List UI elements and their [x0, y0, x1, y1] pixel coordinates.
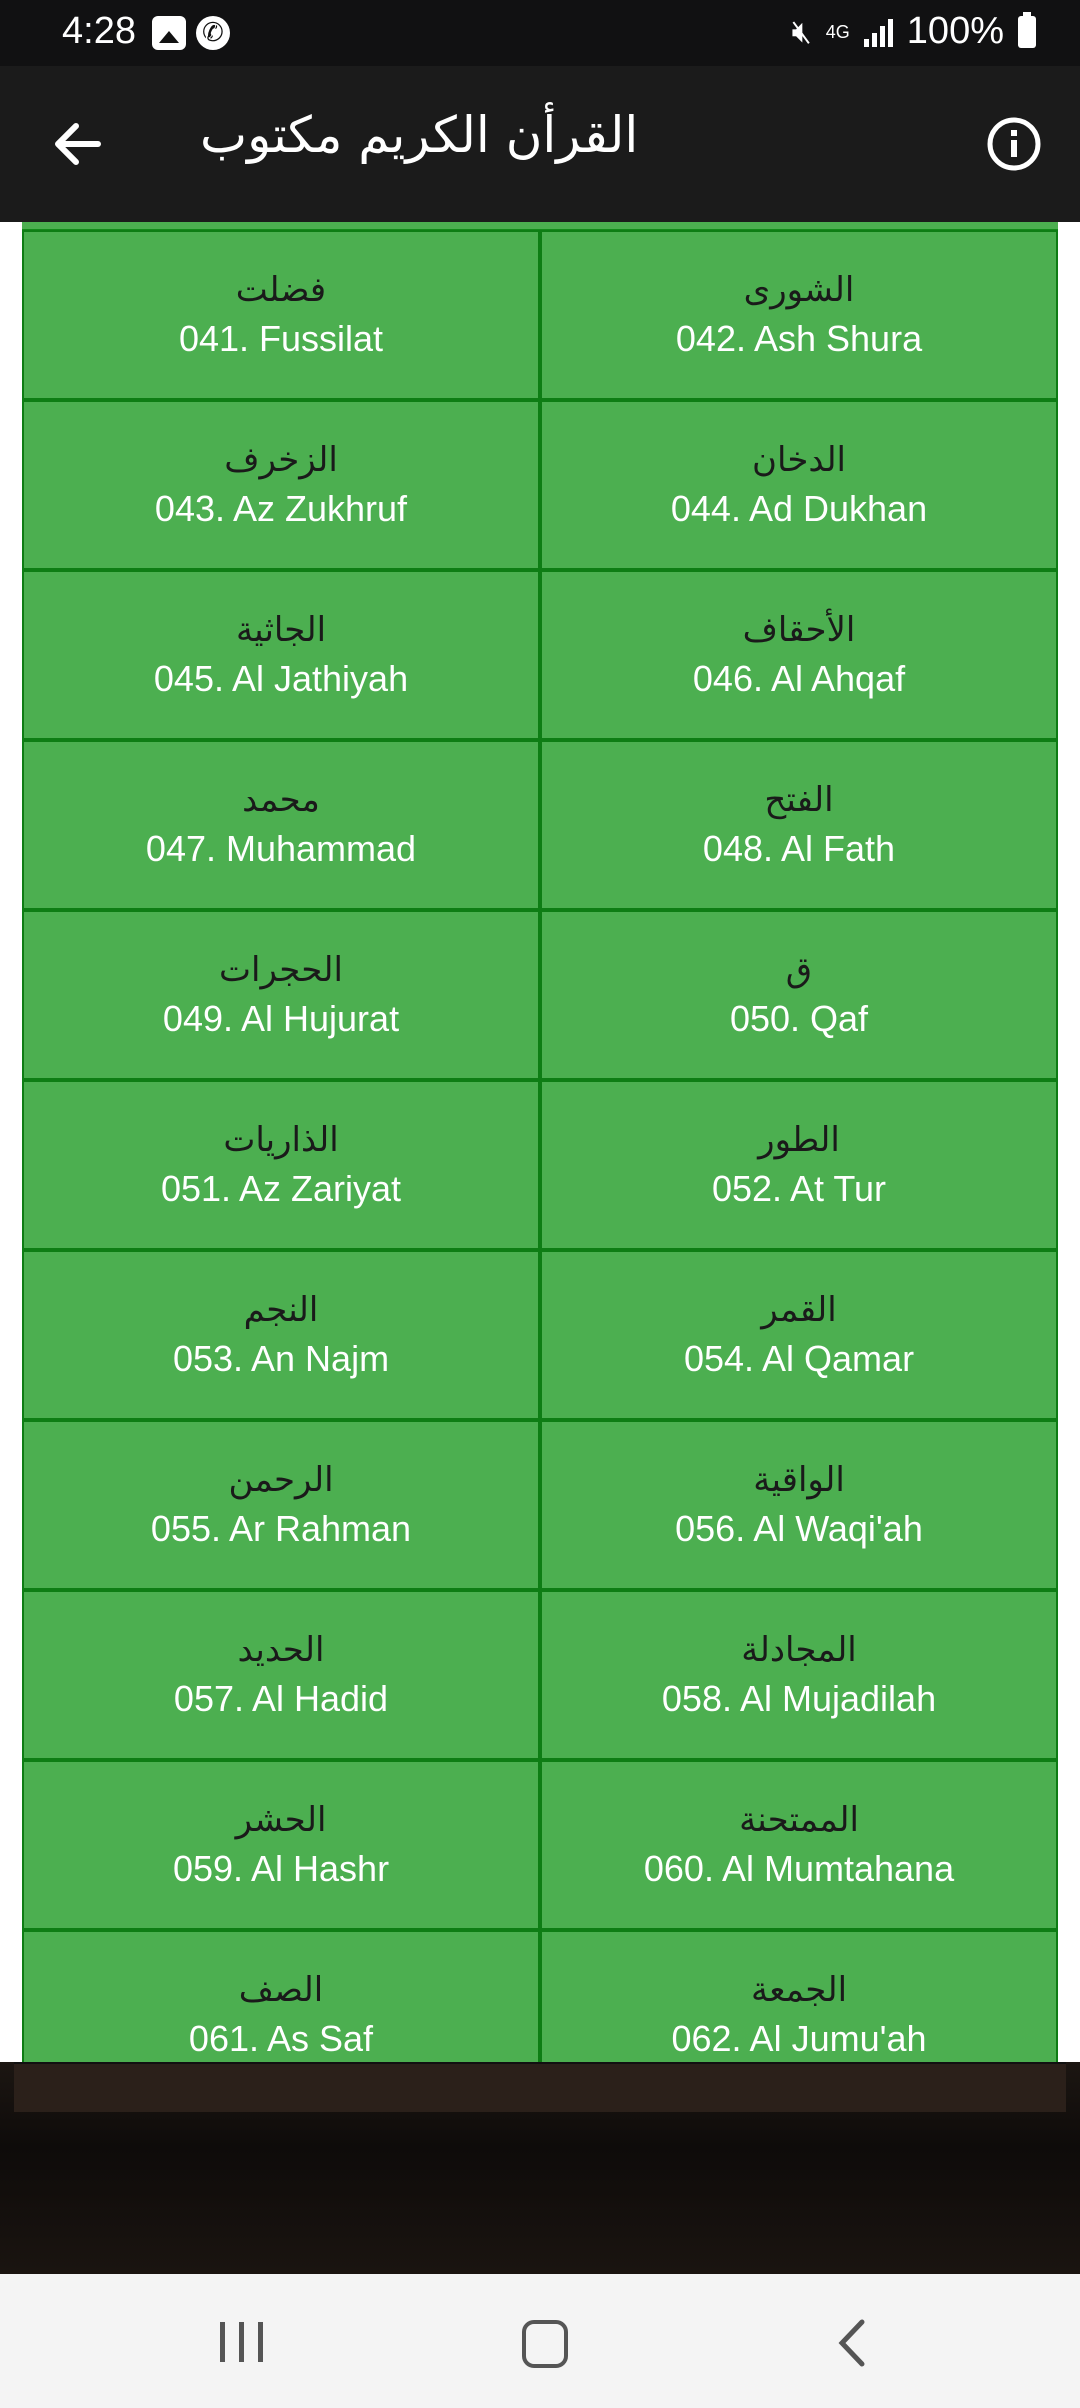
surah-list[interactable]: فضلت 041. Fussilat الشورى 042. Ash Shura الز…: [0, 222, 1080, 2062]
surah-arabic-name: الحجرات: [219, 950, 343, 990]
surah-item[interactable]: الواقية 056. Al Waqi'ah: [540, 1420, 1058, 1590]
surah-arabic-name: محمد: [242, 780, 320, 820]
notification-icons: [152, 16, 230, 50]
surah-english-name: 056. Al Waqi'ah: [675, 1508, 923, 1549]
surah-english-name: 062. Al Jumu'ah: [671, 2018, 927, 2059]
arrow-left-icon[interactable]: [46, 112, 110, 176]
home-icon[interactable]: [522, 2320, 568, 2368]
surah-item[interactable]: الشورى 042. Ash Shura: [540, 230, 1058, 400]
back-chevron-icon[interactable]: [828, 2318, 878, 2368]
surah-arabic-name: الصف: [238, 1970, 324, 2010]
surah-item[interactable]: القمر 054. Al Qamar: [540, 1250, 1058, 1420]
surah-english-name: 044. Ad Dukhan: [670, 488, 928, 529]
surah-english-name: 043. Az Zukhruf: [154, 488, 408, 529]
surah-arabic-name: فضلت: [235, 270, 327, 310]
battery-icon: [1018, 11, 1036, 48]
surah-english-name: 048. Al Fath: [702, 828, 896, 869]
surah-arabic-name: الفتح: [764, 780, 834, 820]
surah-item[interactable]: الرحمن 055. Ar Rahman: [22, 1420, 540, 1590]
surah-item[interactable]: النجم 053. An Najm: [22, 1250, 540, 1420]
status-right: 🔇︎ 4G 100%: [792, 10, 1036, 53]
surah-arabic-name: الطور: [758, 1120, 840, 1160]
surah-english-name: 059. Al Hashr: [172, 1848, 390, 1889]
surah-item[interactable]: الجمعة 062. Al Jumu'ah: [540, 1930, 1058, 2062]
surah-item[interactable]: الطور 052. At Tur: [540, 1080, 1058, 1250]
phone-notification-icon: [196, 16, 230, 50]
page-title: القرأن الكريم مكتوب: [200, 106, 639, 164]
surah-item[interactable]: الزخرف 043. Az Zukhruf: [22, 400, 540, 570]
surah-english-name: 055. Ar Rahman: [150, 1508, 412, 1549]
network-type: 4G: [825, 21, 850, 42]
recent-apps-icon[interactable]: [220, 2322, 263, 2362]
surah-item[interactable]: الفتح 048. Al Fath: [540, 740, 1058, 910]
status-time: 4:28: [62, 10, 136, 52]
surah-item[interactable]: الصف 061. As Saf: [22, 1930, 540, 2062]
surah-english-name: 052. At Tur: [711, 1168, 887, 1209]
surah-arabic-name: الزخرف: [224, 440, 338, 480]
surah-arabic-name: الواقية: [753, 1460, 845, 1500]
surah-english-name: 061. As Saf: [188, 2018, 374, 2059]
surah-arabic-name: الشورى: [743, 270, 855, 310]
surah-english-name: 045. Al Jathiyah: [153, 658, 409, 699]
surah-english-name: 042. Ash Shura: [675, 318, 923, 359]
surah-english-name: 051. Az Zariyat: [160, 1168, 402, 1209]
surah-english-name: 060. Al Mumtahana: [643, 1848, 955, 1889]
surah-arabic-name: القمر: [761, 1290, 837, 1330]
surah-arabic-name: الحديد: [237, 1630, 325, 1670]
surah-english-name: 046. Al Ahqaf: [692, 658, 906, 699]
surah-item[interactable]: الجاثية 045. Al Jathiyah: [22, 570, 540, 740]
surah-item[interactable]: المجادلة 058. Al Mujadilah: [540, 1590, 1058, 1760]
surah-arabic-name: المجادلة: [741, 1630, 857, 1670]
surah-english-name: 047. Muhammad: [145, 828, 417, 869]
ad-strip: [14, 2062, 1066, 2112]
surah-item[interactable]: محمد 047. Muhammad: [22, 740, 540, 910]
surah-arabic-name: الدخان: [752, 440, 846, 480]
system-nav-bar: [0, 2274, 1080, 2408]
surah-item[interactable]: ق 050. Qaf: [540, 910, 1058, 1080]
info-icon[interactable]: [984, 114, 1044, 174]
signal-icon: [863, 17, 893, 47]
mute-icon: 🔇︎: [791, 12, 812, 49]
surah-arabic-name: ق: [785, 950, 813, 990]
surah-item[interactable]: الدخان 044. Ad Dukhan: [540, 400, 1058, 570]
surah-english-name: 041. Fussilat: [178, 318, 384, 359]
battery-percent: 100%: [906, 10, 1004, 52]
status-bar: 4:28 🔇︎ 4G 100%: [0, 0, 1080, 66]
surah-arabic-name: الذاريات: [223, 1120, 339, 1160]
ad-banner[interactable]: [0, 2062, 1080, 2274]
gallery-notification-icon: [152, 16, 186, 50]
surah-arabic-name: النجم: [243, 1290, 319, 1330]
surah-english-name: 054. Al Qamar: [683, 1338, 915, 1379]
surah-item[interactable]: الأحقاف 046. Al Ahqaf: [540, 570, 1058, 740]
surah-grid: فضلت 041. Fussilat الشورى 042. Ash Shura الز…: [22, 230, 1058, 2062]
surah-arabic-name: الجمعة: [750, 1970, 848, 2010]
app-bar: القرأن الكريم مكتوب: [0, 66, 1080, 222]
surah-arabic-name: الأحقاف: [742, 610, 856, 650]
surah-english-name: 057. Al Hadid: [173, 1678, 389, 1719]
surah-item[interactable]: الممتحنة 060. Al Mumtahana: [540, 1760, 1058, 1930]
surah-item[interactable]: الحديد 057. Al Hadid: [22, 1590, 540, 1760]
surah-english-name: 053. An Najm: [172, 1338, 390, 1379]
surah-english-name: 050. Qaf: [729, 998, 869, 1039]
surah-english-name: 058. Al Mujadilah: [661, 1678, 937, 1719]
surah-item[interactable]: فضلت 041. Fussilat: [22, 230, 540, 400]
surah-item[interactable]: الذاريات 051. Az Zariyat: [22, 1080, 540, 1250]
surah-item[interactable]: الحشر 059. Al Hashr: [22, 1760, 540, 1930]
surah-item[interactable]: الحجرات 049. Al Hujurat: [22, 910, 540, 1080]
surah-arabic-name: الممتحنة: [739, 1800, 859, 1840]
surah-arabic-name: الرحمن: [228, 1460, 334, 1500]
surah-arabic-name: الجاثية: [235, 610, 327, 650]
surah-arabic-name: الحشر: [235, 1800, 327, 1840]
surah-english-name: 049. Al Hujurat: [162, 998, 400, 1039]
